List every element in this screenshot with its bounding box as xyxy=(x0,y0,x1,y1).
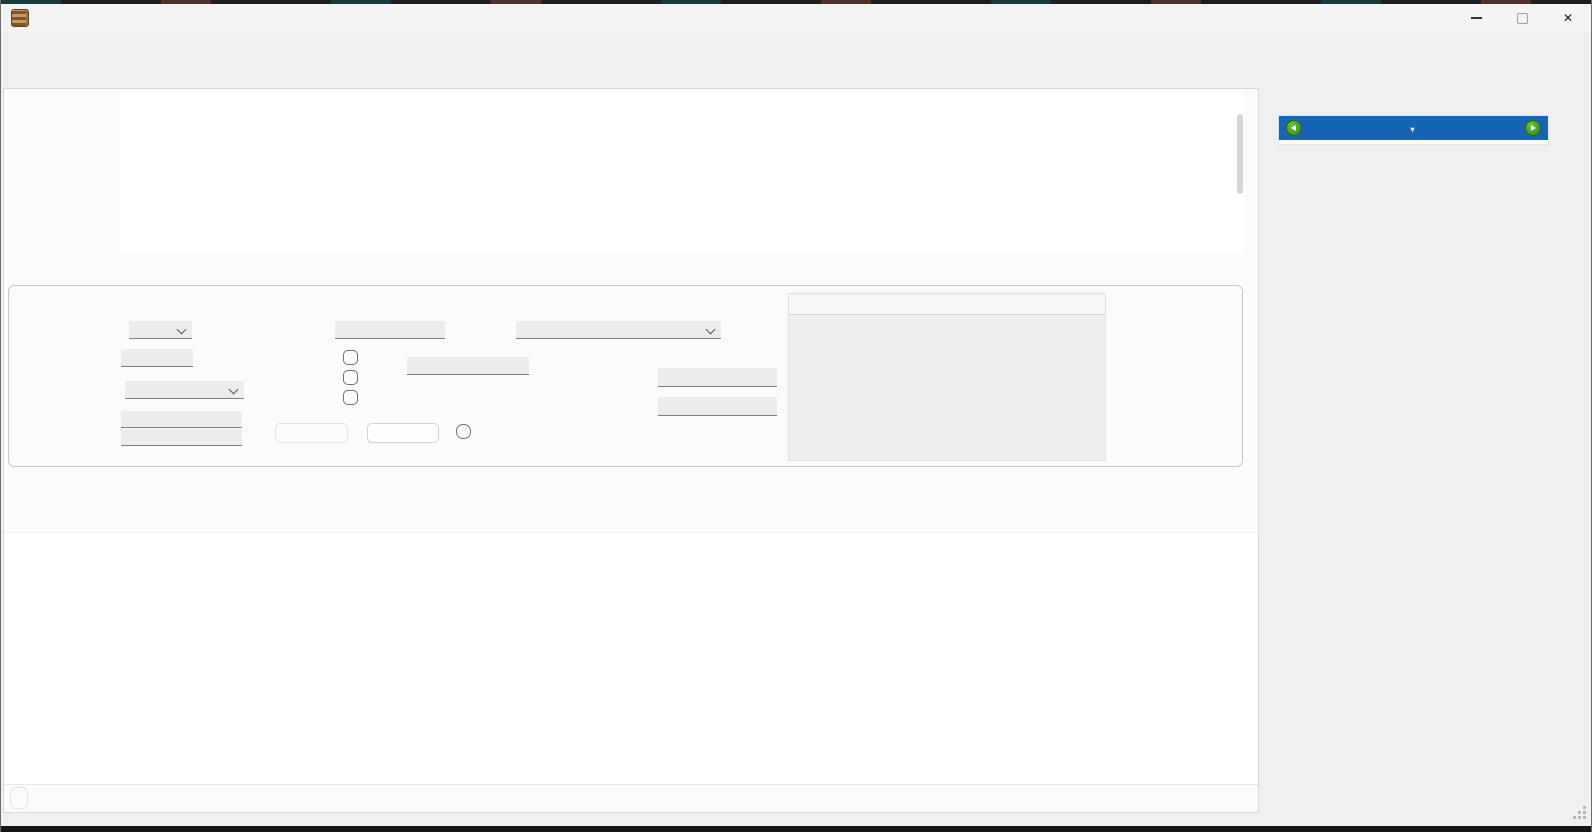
medien-hinzufuegen-button[interactable] xyxy=(10,787,28,809)
minimize-icon xyxy=(1471,17,1482,18)
calendar: ▾ xyxy=(1278,115,1549,145)
resize-grip-icon[interactable] xyxy=(1572,806,1586,820)
calendar-next-month-button[interactable] xyxy=(1525,120,1541,136)
tab-page-anlegen xyxy=(3,88,1259,813)
document-table xyxy=(788,293,1106,461)
arrow-right-icon xyxy=(1531,125,1536,131)
app-window: ✕ xyxy=(0,0,1592,832)
arrow-left-icon xyxy=(1291,125,1296,131)
mail-senden-checkbox[interactable] xyxy=(456,424,471,439)
apps-table-scrollbar[interactable] xyxy=(1237,114,1243,194)
tel-input[interactable] xyxy=(121,429,242,446)
fach-combo[interactable] xyxy=(516,321,721,339)
apparatsname-input[interactable] xyxy=(335,321,445,339)
prof-id-adis-input[interactable] xyxy=(658,368,777,387)
sommer-radio[interactable] xyxy=(343,370,358,385)
aktualisieren-button[interactable] xyxy=(367,423,439,443)
maximize-button[interactable] xyxy=(1499,4,1545,32)
calendar-prev-month-button[interactable] xyxy=(1286,120,1302,136)
chevron-down-icon xyxy=(177,325,187,335)
apparat-id-adis-input[interactable] xyxy=(658,397,777,416)
calendar-header: ▾ xyxy=(1279,116,1548,140)
titlebar: ✕ xyxy=(1,4,1591,32)
prof-name-combo[interactable] xyxy=(125,381,244,399)
dauerapparat-radio[interactable] xyxy=(343,390,358,405)
close-icon: ✕ xyxy=(1563,12,1573,24)
screen-bottom-edge xyxy=(1,826,1591,832)
chevron-down-icon: ▾ xyxy=(1410,118,1414,142)
prof-titel-input[interactable] xyxy=(121,349,193,367)
apps-table xyxy=(120,90,1244,253)
close-button[interactable]: ✕ xyxy=(1545,4,1591,32)
apparatsnummer-combo[interactable] xyxy=(129,321,192,339)
window-controls: ✕ xyxy=(1453,4,1591,32)
chevron-down-icon xyxy=(706,325,716,335)
apparatsdetails-group xyxy=(8,285,1243,467)
semester-year-input[interactable] xyxy=(407,357,529,375)
chevron-down-icon xyxy=(229,385,239,395)
mail-input[interactable] xyxy=(121,411,242,428)
medienliste-body xyxy=(4,554,1258,785)
app-icon xyxy=(11,9,29,27)
medienliste-header xyxy=(4,532,1258,555)
minimize-button[interactable] xyxy=(1453,4,1499,32)
speichern-button[interactable] xyxy=(275,423,348,443)
winter-radio[interactable] xyxy=(343,350,358,365)
maximize-icon xyxy=(1517,13,1528,24)
calendar-month-year[interactable]: ▾ xyxy=(1279,116,1548,140)
menubar xyxy=(1,32,1591,62)
